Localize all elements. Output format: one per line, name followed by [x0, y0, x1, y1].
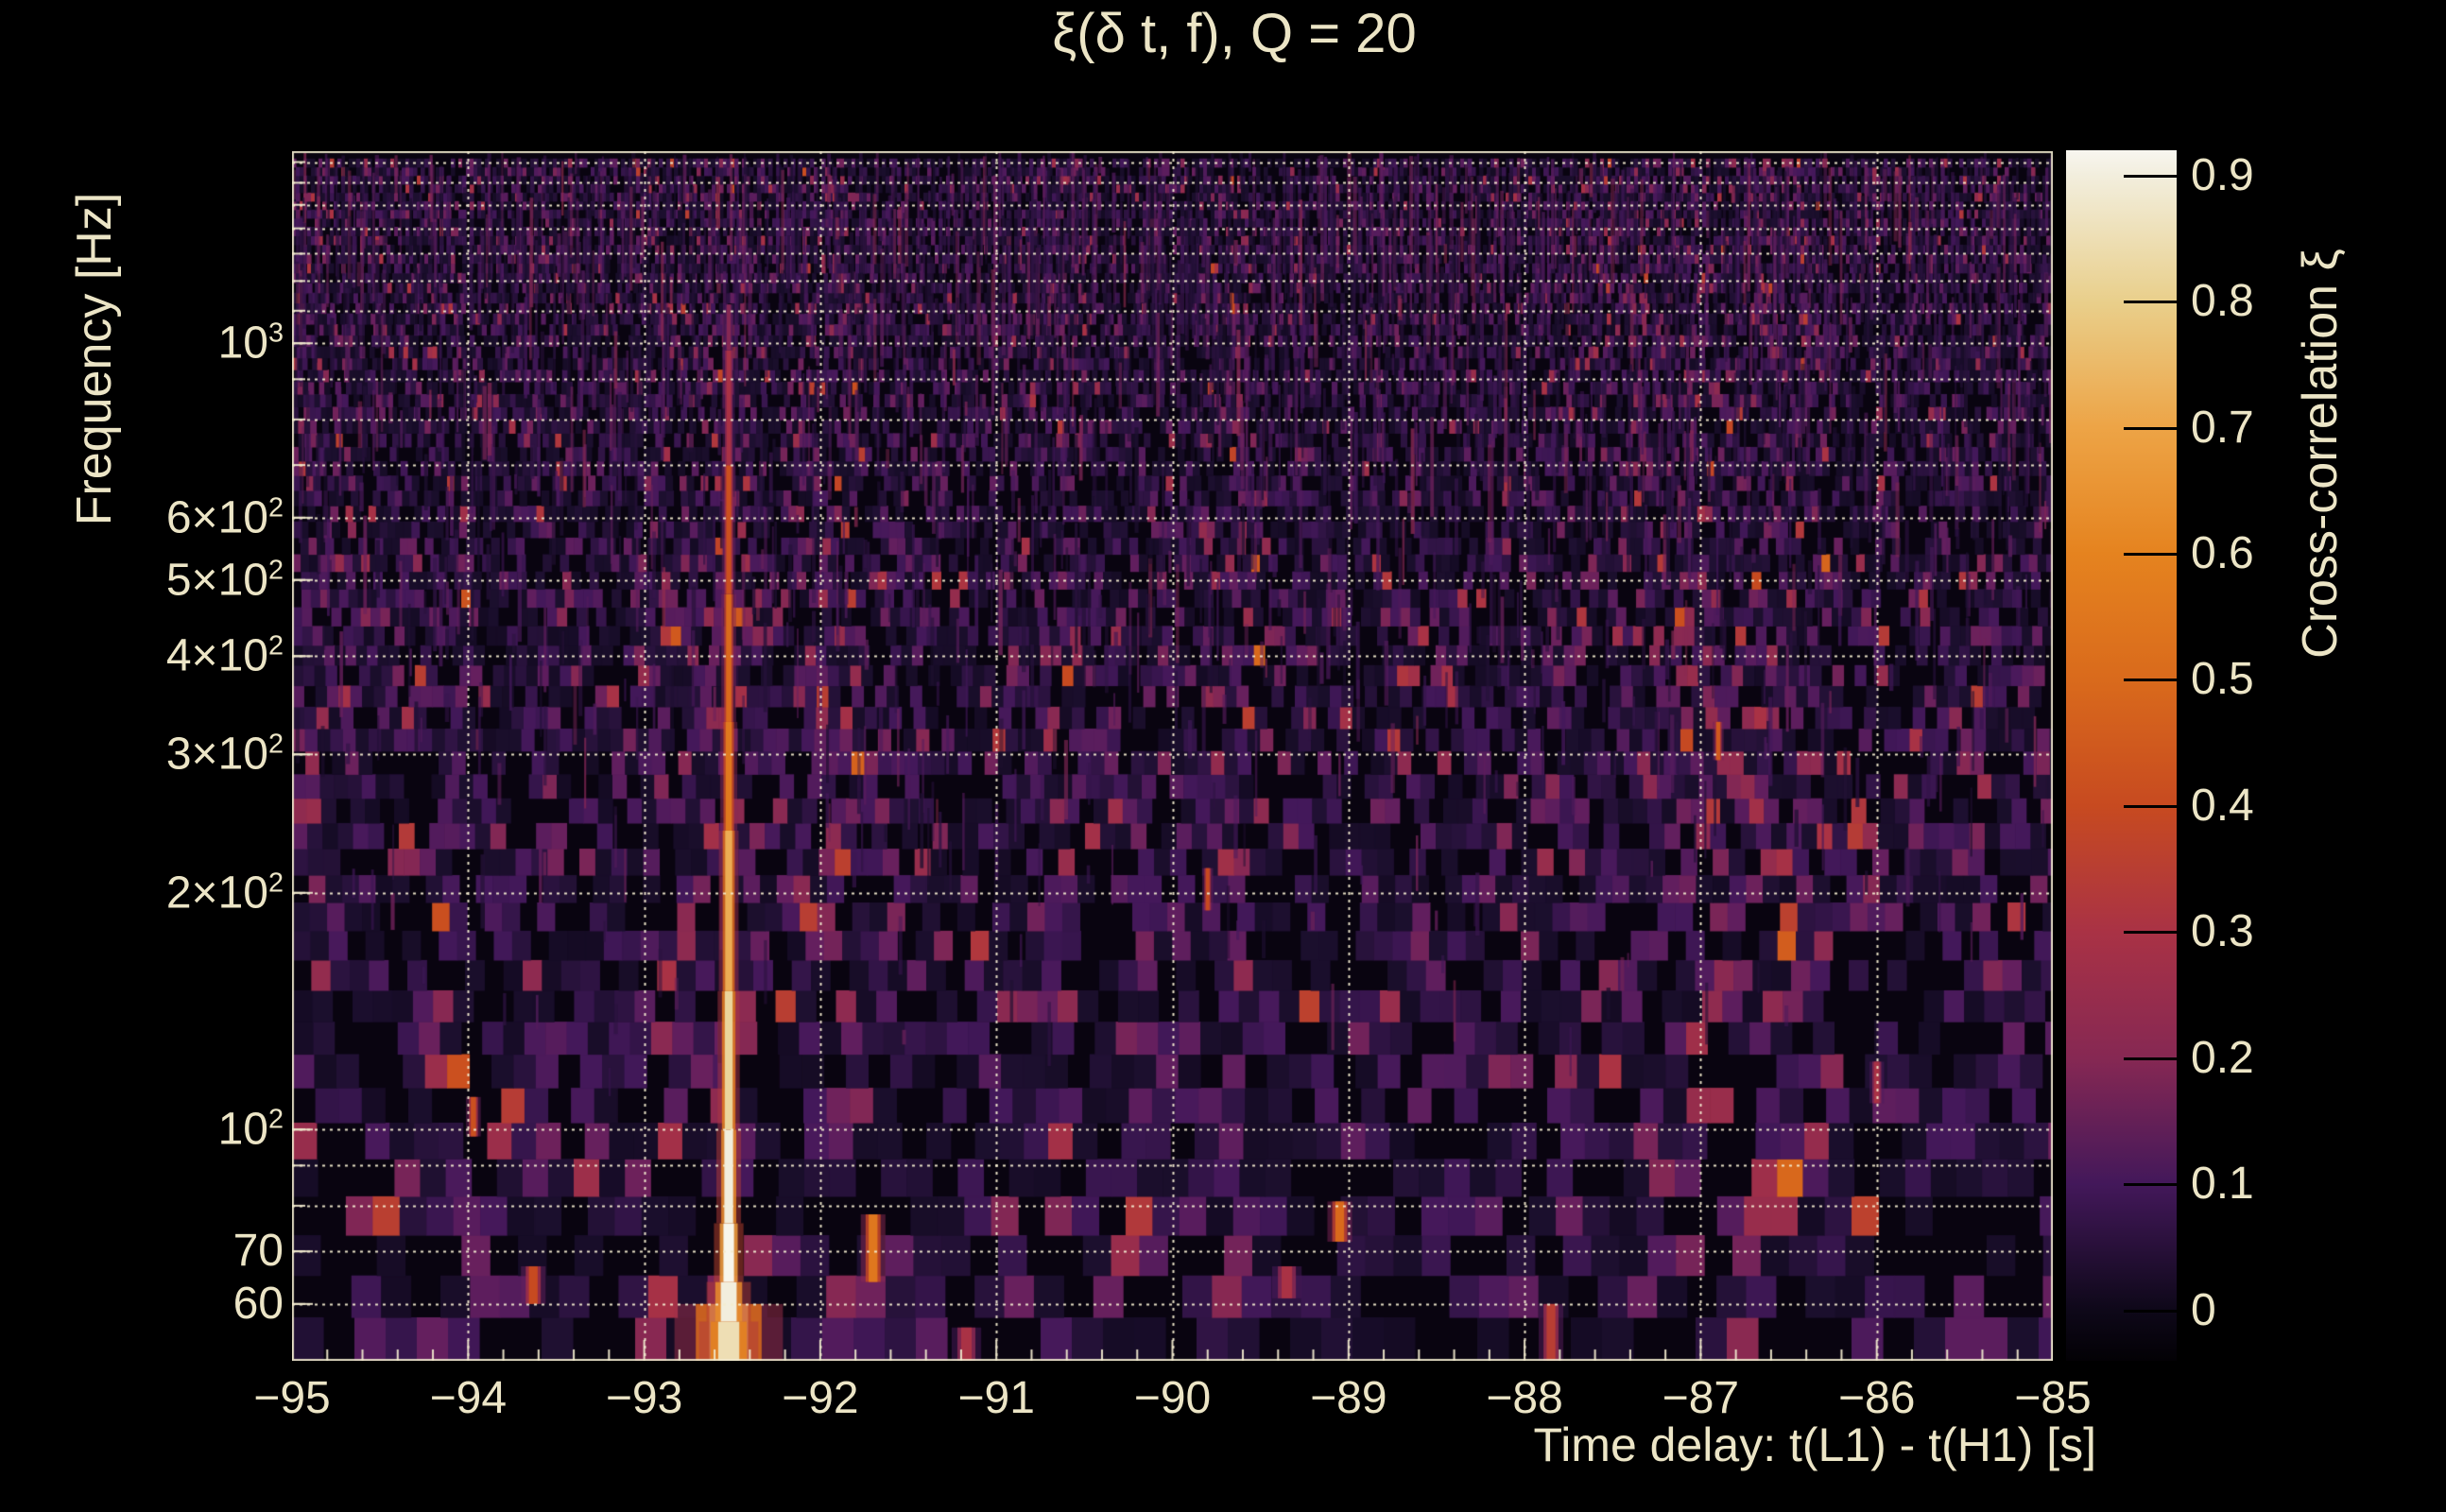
- heatmap-canvas: [292, 151, 2053, 1361]
- y-tick-label: 2×102: [166, 869, 284, 916]
- y-tick-label: 103: [218, 320, 284, 367]
- x-tick-label: −93: [606, 1376, 682, 1421]
- colorbar-tick-label: 0.1: [2191, 1161, 2254, 1207]
- y-tick-label: 60: [233, 1281, 284, 1327]
- figure-title: ξ(δ t, f), Q = 20: [1052, 2, 1416, 65]
- x-tick-label: −86: [1838, 1376, 1915, 1421]
- figure: ξ(δ t, f), Q = 20 Frequency [Hz] 103 6×10…: [0, 0, 2446, 1512]
- colorbar-tick: [2124, 427, 2177, 430]
- x-tick-label: −91: [957, 1376, 1034, 1421]
- colorbar-tick-label: 0: [2191, 1288, 2216, 1333]
- y-tick-label: 6×102: [166, 494, 284, 541]
- colorbar-tick: [2124, 175, 2177, 178]
- colorbar-tick: [2124, 679, 2177, 681]
- colorbar-tick: [2124, 931, 2177, 934]
- y-tick-label: 3×102: [166, 731, 284, 778]
- x-tick-label: −88: [1486, 1376, 1562, 1421]
- colorbar-tick-label: 0.4: [2191, 783, 2254, 829]
- colorbar-tick-label: 0.2: [2191, 1036, 2254, 1081]
- colorbar-tick-label: 0.7: [2191, 405, 2254, 451]
- x-tick-label: −87: [1662, 1376, 1739, 1421]
- colorbar-tick: [2124, 1057, 2177, 1060]
- y-tick-label: 4×102: [166, 633, 284, 679]
- y-tick-label: 5×102: [166, 557, 284, 603]
- y-axis-title: Frequency [Hz]: [66, 193, 123, 526]
- colorbar-tick: [2124, 301, 2177, 303]
- x-tick-label: −95: [253, 1376, 330, 1421]
- colorbar-tick: [2124, 1310, 2177, 1313]
- y-tick-label: 102: [218, 1107, 284, 1153]
- colorbar-tick: [2124, 553, 2177, 556]
- colorbar-gradient: [2066, 150, 2177, 1361]
- x-tick-label: −94: [430, 1376, 507, 1421]
- x-tick-label: −90: [1134, 1376, 1211, 1421]
- colorbar-tick-label: 0.3: [2191, 909, 2254, 954]
- x-axis-title: Time delay: t(L1) - t(H1) [s]: [1534, 1418, 2096, 1472]
- colorbar-tick-label: 0.5: [2191, 657, 2254, 702]
- x-tick-label: −92: [782, 1376, 858, 1421]
- colorbar-tick: [2124, 1183, 2177, 1186]
- colorbar-tick-label: 0.6: [2191, 531, 2254, 576]
- x-tick-label: −89: [1310, 1376, 1387, 1421]
- colorbar-tick-label: 0.8: [2191, 279, 2254, 324]
- colorbar-title: Cross-correlation ξ: [2292, 249, 2349, 659]
- y-tick-label: 70: [233, 1228, 284, 1274]
- colorbar-tick: [2124, 805, 2177, 808]
- x-tick-label: −85: [2014, 1376, 2091, 1421]
- colorbar-tick-label: 0.9: [2191, 153, 2254, 198]
